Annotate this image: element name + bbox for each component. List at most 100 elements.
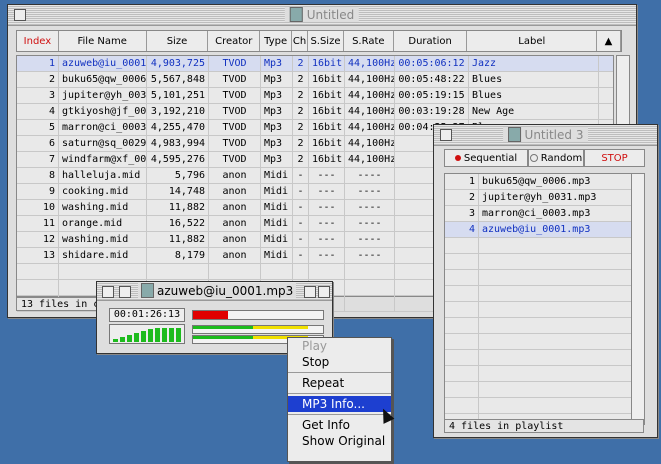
table-cell: 44,100Hz [345,120,395,135]
column-header[interactable]: Index [17,31,59,51]
close-box[interactable] [14,9,26,21]
column-header[interactable]: Label [467,31,598,51]
table-cell: 2 [293,72,309,87]
table-cell: 11,882 [147,232,209,247]
table-cell: washing.mid [59,200,147,215]
table-row[interactable]: 4gtkiyosh@jf_00123,192,210TVODMp3216bit4… [17,104,613,120]
context-menu: Play Stop Repeat MP3 Info... Get Info Sh… [287,337,392,462]
menu-item-get-info[interactable]: Get Info [288,417,391,433]
column-header[interactable]: Size [147,31,209,51]
table-cell: Blues [469,88,599,103]
table-cell: - [293,168,309,183]
playlist-item[interactable]: 2 jupiter@yh_0031.mp3 [445,190,631,206]
table-cell: 2 [293,136,309,151]
table-cell: 16bit [309,136,345,151]
file-table: Index File Name Size Creator Type Ch S.Size S.R… [16,30,622,312]
playlist-filename: azuweb@iu_0001.mp3 [482,224,591,235]
table-cell: 4,595,276 [147,152,209,167]
playlist-filename: jupiter@yh_0031.mp3 [482,192,597,203]
table-cell: ---- [345,216,395,231]
column-header[interactable]: File Name [59,31,147,51]
shade-box[interactable] [318,286,330,298]
column-header[interactable]: S.Size [308,31,344,51]
column-header[interactable]: Type [260,31,293,51]
main-titlebar[interactable]: Untitled [8,5,636,26]
menu-item-mp3-info[interactable]: MP3 Info... [288,396,391,412]
empty-row [445,270,631,286]
sequential-radio[interactable]: Sequential [444,149,528,167]
random-radio[interactable]: Random [528,149,584,167]
playlist-titlebar[interactable]: Untitled 3 [434,125,657,146]
table-cell: 4,903,725 [147,56,209,71]
table-cell: 44,100Hz [345,136,395,151]
empty-row [445,382,631,398]
player-title: azuweb@iu_0001.mp3 [157,283,294,298]
table-header: Index File Name Size Creator Type Ch S.Size S.R… [16,30,622,52]
close-box[interactable] [102,286,114,298]
table-cell: Blues [469,72,599,87]
collapse-box[interactable] [119,286,131,298]
table-cell: 6 [17,136,59,151]
menu-item-show-original[interactable]: Show Original [288,433,391,449]
player-titlebar[interactable]: azuweb@iu_0001.mp3 [97,282,332,301]
window-title: Untitled [306,7,355,22]
playlist-item[interactable]: 4 azuweb@iu_0001.mp3 [445,222,631,238]
column-header[interactable]: Ch [292,31,309,51]
table-cell: 44,100Hz [345,104,395,119]
table-cell: Midi [261,184,293,199]
empty-row [445,238,631,254]
playlist-item[interactable]: 1 buku65@qw_0006.mp3 [445,174,631,190]
table-cell: 00:05:48:22 [395,72,469,87]
table-cell: 11,882 [147,200,209,215]
table-cell: 2 [293,152,309,167]
column-header[interactable]: Creator [208,31,261,51]
table-cell: shidare.mid [59,248,147,263]
empty-row [445,286,631,302]
table-cell: 2 [17,72,59,87]
table-cell: ---- [345,232,395,247]
table-cell: TVOD [209,88,261,103]
table-cell: --- [309,168,345,183]
table-cell: anon [209,184,261,199]
document-icon [507,127,521,142]
empty-row [445,334,631,350]
table-cell: 5,796 [147,168,209,183]
playlist-scrollbar[interactable] [631,173,645,425]
playlist-item[interactable]: 3 marron@ci_0003.mp3 [445,206,631,222]
mp3-file-icon [141,283,154,298]
table-row[interactable]: 1azuweb@iu_0001.m4,903,725TVODMp3216bit4… [17,56,613,72]
table-cell: TVOD [209,120,261,135]
table-cell: ---- [345,184,395,199]
playlist-title: Untitled 3 [524,127,584,142]
table-cell: halleluja.mid [59,168,147,183]
table-cell: anon [209,248,261,263]
close-box[interactable] [440,129,452,141]
menu-separator [288,372,391,373]
table-cell: 00:05:19:15 [395,88,469,103]
table-cell: 5,101,251 [147,88,209,103]
table-cell: Mp3 [261,56,293,71]
table-cell: --- [309,216,345,231]
menu-item-stop[interactable]: Stop [288,354,391,370]
column-header[interactable]: S.Rate [344,31,394,51]
column-header[interactable]: Duration [394,31,468,51]
progress-bar[interactable] [192,310,324,320]
table-cell: 16,522 [147,216,209,231]
table-row[interactable]: 2buku65@qw_0006.m5,567,848TVODMp3216bit4… [17,72,613,88]
stop-button[interactable]: STOP [584,149,645,167]
table-cell: 5,567,848 [147,72,209,87]
playlist-index: 1 [445,174,479,189]
zoom-box[interactable] [304,286,316,298]
table-cell: anon [209,168,261,183]
sort-toggle-icon[interactable]: ▲ [597,31,621,51]
menu-item-repeat[interactable]: Repeat [288,375,391,391]
table-cell: 8,179 [147,248,209,263]
volume-meter [109,324,185,344]
empty-row [445,318,631,334]
table-cell: 8 [17,168,59,183]
table-cell: 16bit [309,152,345,167]
table-cell: Jazz [469,56,599,71]
table-row[interactable]: 3jupiter@yh_0031.5,101,251TVODMp3216bit4… [17,88,613,104]
table-cell: 00:03:19:28 [395,104,469,119]
table-cell: 16bit [309,120,345,135]
